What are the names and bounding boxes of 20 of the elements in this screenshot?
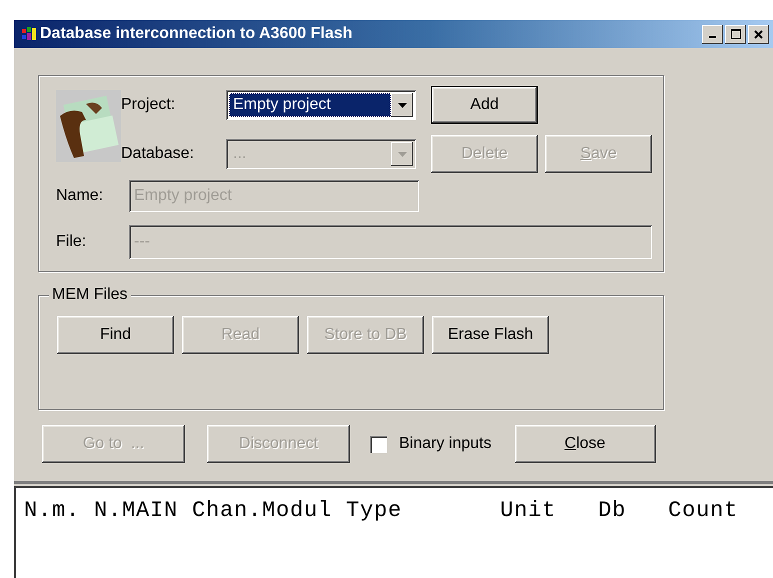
dialog-button[interactable]: Find	[57, 316, 174, 354]
checkbox-label: Binary inputs	[399, 435, 492, 453]
dialog-button[interactable]: Erase Flash	[432, 316, 549, 354]
app-icon	[22, 27, 36, 41]
close-icon	[754, 30, 763, 38]
minimize-button[interactable]	[702, 24, 723, 44]
maximize-icon	[730, 29, 740, 39]
column-headers: N.m. N.MAIN Chan.Modul Type Unit Db Count	[24, 498, 738, 523]
documents-icon	[56, 90, 121, 162]
dialog-button[interactable]: Add	[431, 86, 538, 124]
window-title: Database interconnection to A3600 Flash	[40, 25, 354, 43]
close-button[interactable]	[748, 24, 769, 44]
project-label: Project:	[121, 96, 176, 114]
database-label: Database:	[121, 145, 195, 163]
dialog-button[interactable]: Close	[514, 425, 656, 463]
file-label: File:	[56, 233, 88, 251]
checkbox[interactable]	[370, 436, 387, 452]
project-dropdown[interactable]: Empty project	[226, 90, 416, 120]
maximize-button[interactable]	[725, 24, 746, 44]
name-label: Name:	[56, 187, 104, 205]
